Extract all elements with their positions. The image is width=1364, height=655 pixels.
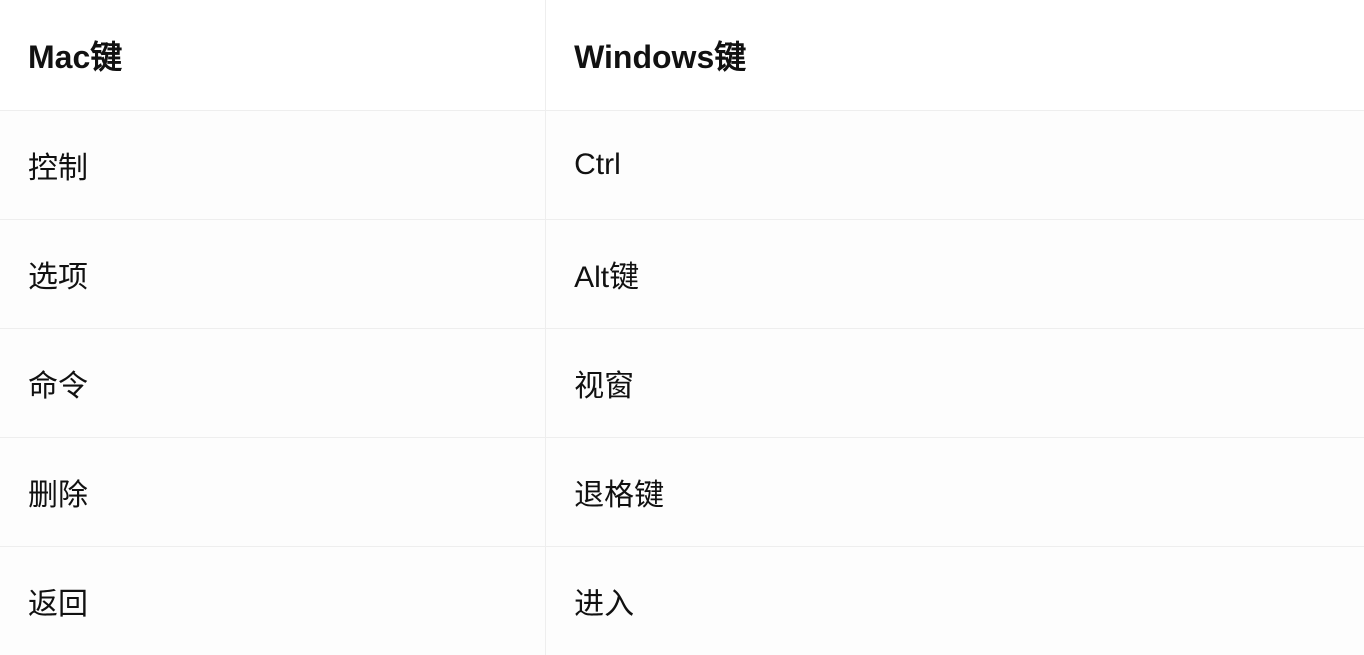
table-header-row: Mac键 Windows键 [0, 0, 1364, 111]
cell-mac: 选项 [0, 220, 546, 329]
key-mapping-table: Mac键 Windows键 控制 Ctrl 选项 Alt键 命令 视窗 删除 退… [0, 0, 1364, 655]
table-row: 命令 视窗 [0, 329, 1364, 438]
cell-windows: 退格键 [546, 438, 1364, 547]
cell-mac: 删除 [0, 438, 546, 547]
table-row: 返回 进入 [0, 547, 1364, 655]
header-windows: Windows键 [546, 0, 1364, 111]
table-row: 控制 Ctrl [0, 111, 1364, 220]
table-row: 选项 Alt键 [0, 220, 1364, 329]
cell-windows: Ctrl [546, 111, 1364, 220]
cell-windows: 视窗 [546, 329, 1364, 438]
header-mac: Mac键 [0, 0, 546, 111]
cell-mac: 返回 [0, 547, 546, 655]
cell-windows: Alt键 [546, 220, 1364, 329]
cell-mac: 命令 [0, 329, 546, 438]
cell-windows: 进入 [546, 547, 1364, 655]
table-row: 删除 退格键 [0, 438, 1364, 547]
cell-mac: 控制 [0, 111, 546, 220]
